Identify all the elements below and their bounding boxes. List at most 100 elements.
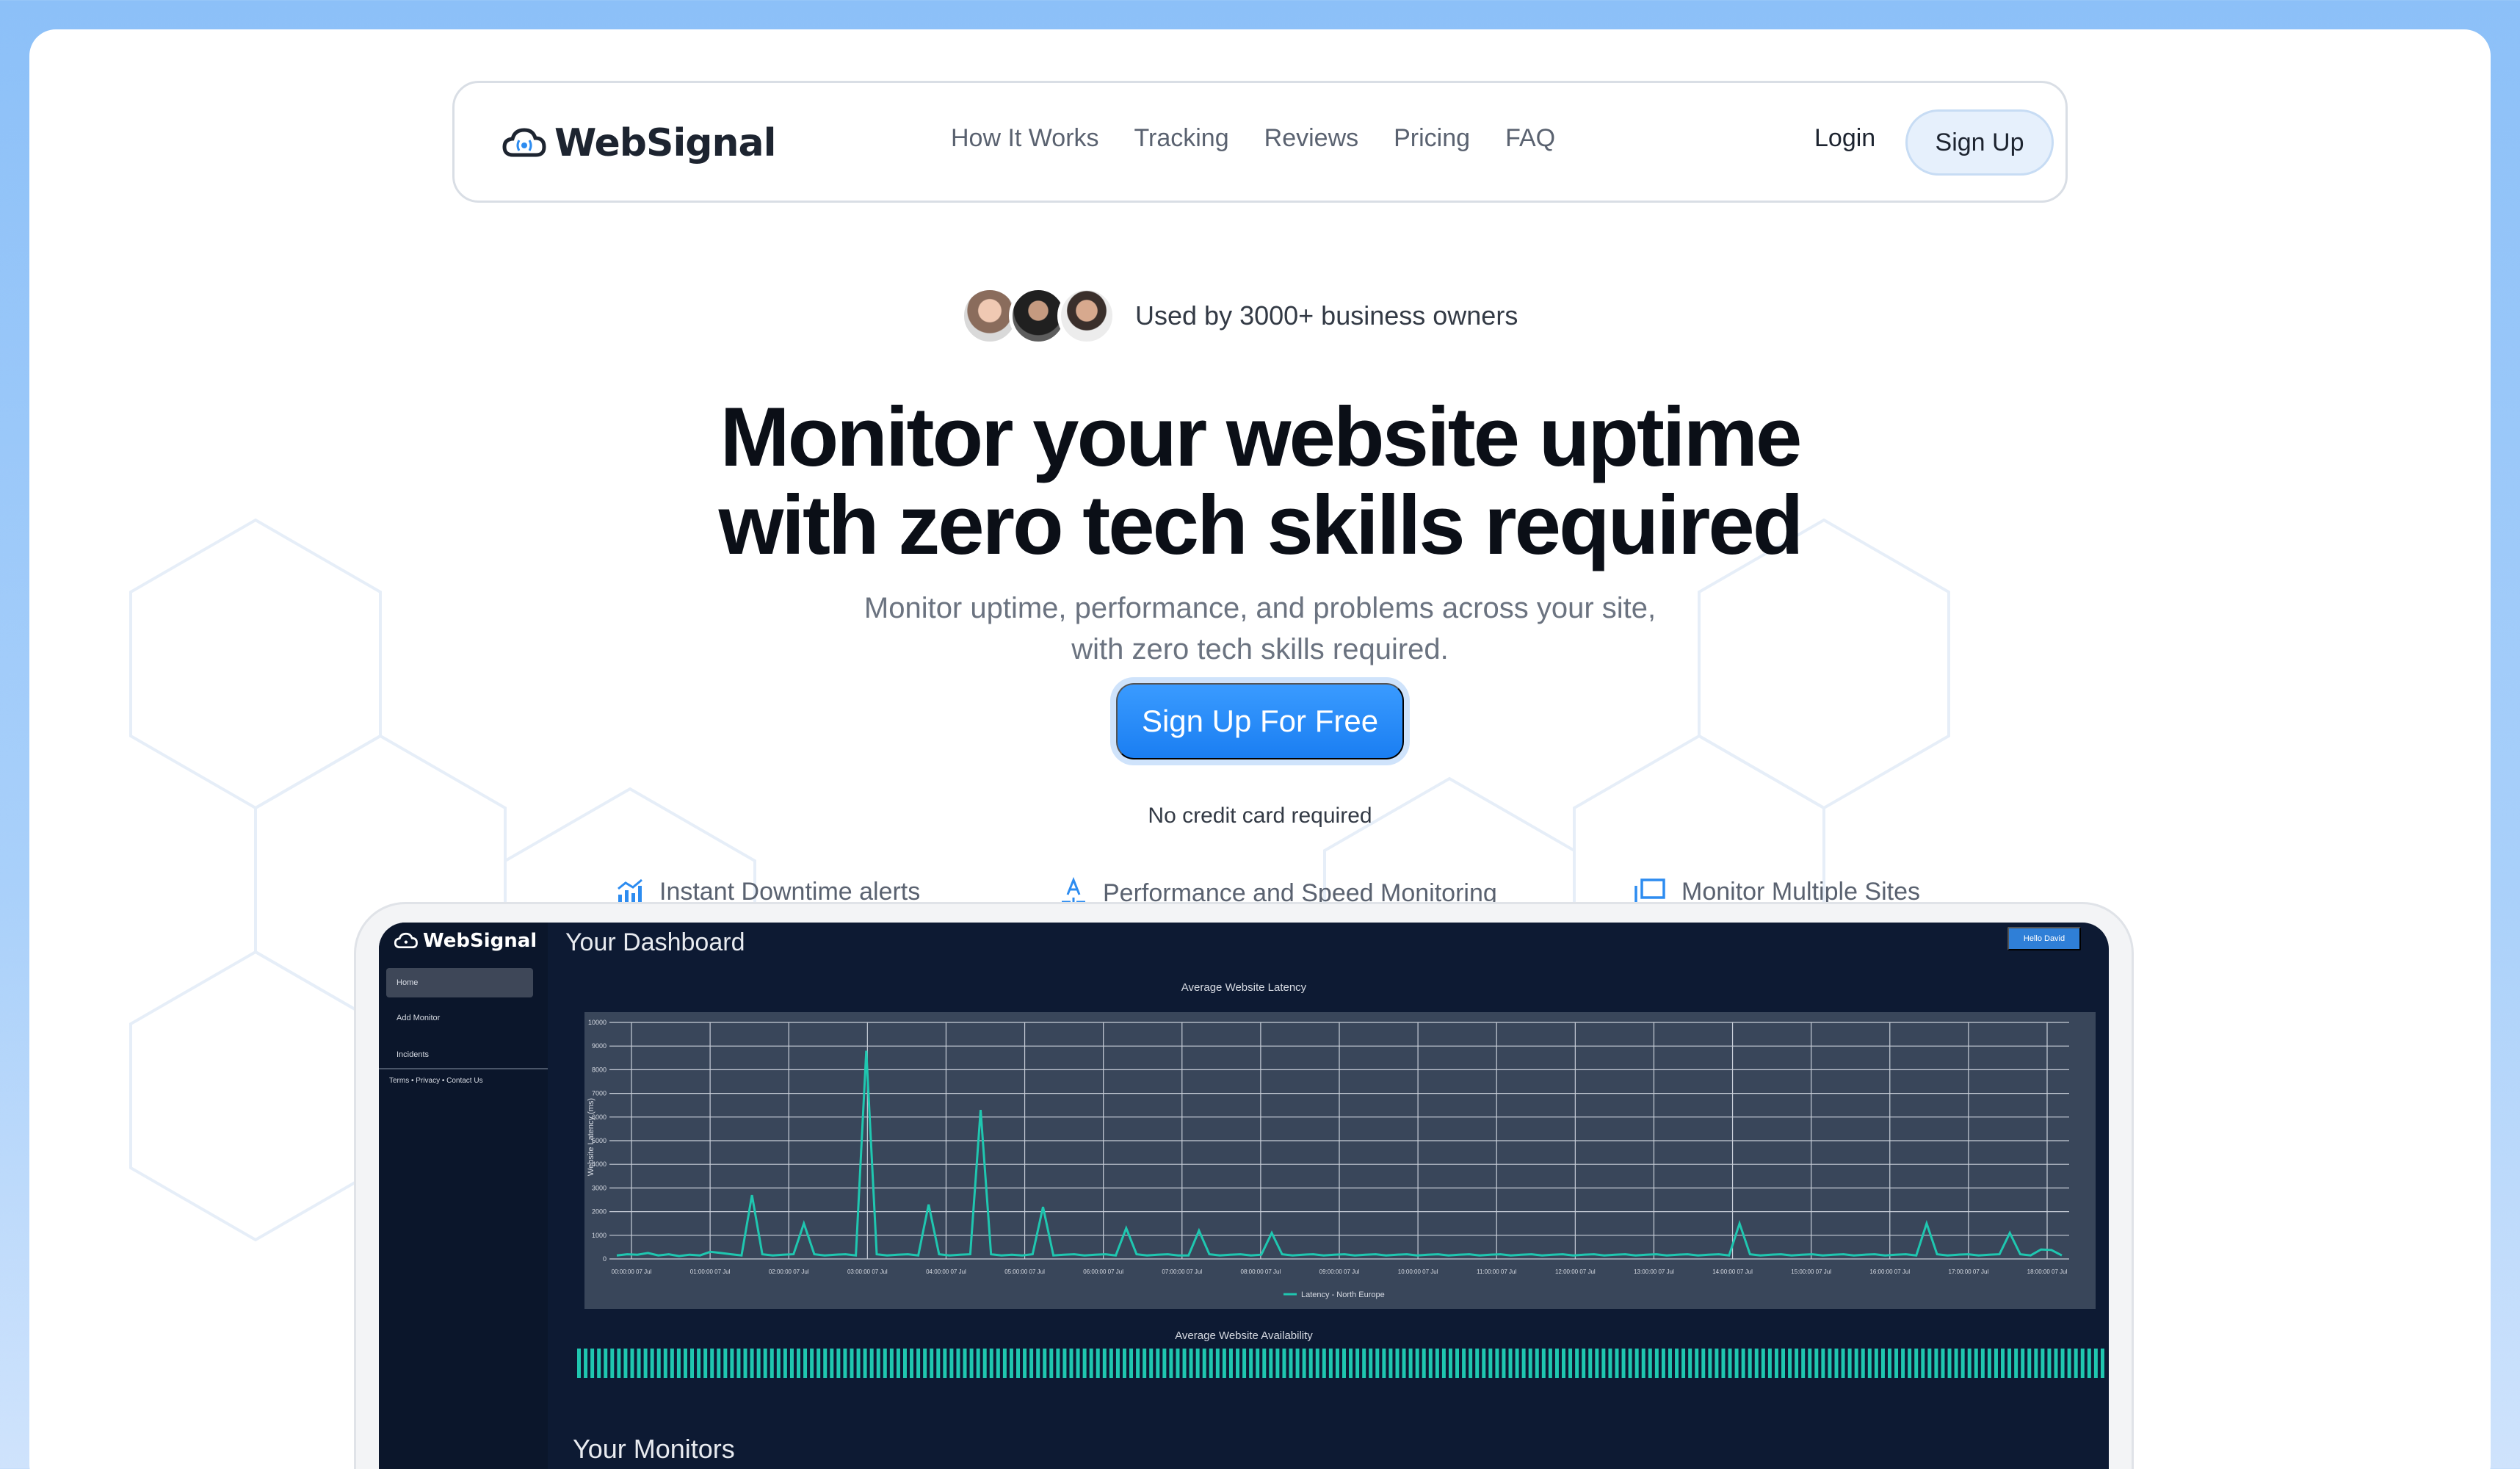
availability-bar xyxy=(1515,1349,1519,1378)
availability-bar xyxy=(2080,1349,2085,1378)
availability-bar xyxy=(1328,1349,1333,1378)
availability-bar xyxy=(676,1349,681,1378)
availability-bar xyxy=(930,1349,934,1378)
availability-bar xyxy=(783,1349,787,1378)
availability-bar xyxy=(1295,1349,1300,1378)
availability-bar xyxy=(1795,1349,1799,1378)
availability-bar xyxy=(1462,1349,1466,1378)
availability-bar xyxy=(1748,1349,1752,1378)
navbar: WebSignal How It Works Tracking Reviews … xyxy=(452,81,2068,203)
availability-bar xyxy=(683,1349,687,1378)
availability-bar xyxy=(1428,1349,1433,1378)
availability-bar xyxy=(1362,1349,1366,1378)
availability-bar xyxy=(1541,1349,1546,1378)
availability-bar xyxy=(1554,1349,1559,1378)
availability-bar xyxy=(1814,1349,1819,1378)
social-proof-text: Used by 3000+ business owners xyxy=(1135,300,1518,331)
availability-bar xyxy=(1122,1349,1126,1378)
availability-bar xyxy=(1595,1349,1599,1378)
latency-chart-panel: Website Latency (ms) 0 1000 2000 3000 4000 50… xyxy=(584,1012,2096,1309)
nav-link-tracking[interactable]: Tracking xyxy=(1134,124,1229,153)
availability-bar xyxy=(1023,1349,1027,1378)
availability-bar xyxy=(1176,1349,1180,1378)
availability-bar xyxy=(1715,1349,1719,1378)
availability-bar xyxy=(883,1349,887,1378)
nav-link-pricing[interactable]: Pricing xyxy=(1394,124,1470,153)
availability-bar xyxy=(923,1349,927,1378)
availability-bar xyxy=(1109,1349,1113,1378)
availability-bar xyxy=(1628,1349,1632,1378)
availability-bar xyxy=(1076,1349,1080,1378)
availability-bar xyxy=(663,1349,667,1378)
cta-note: No credit card required xyxy=(1148,804,1372,828)
availability-bar xyxy=(982,1349,987,1378)
availability-bar xyxy=(730,1349,734,1378)
availability-bar xyxy=(2007,1349,2012,1378)
availability-bar xyxy=(697,1349,701,1378)
availability-bar xyxy=(2027,1349,2032,1378)
x-tick-label: 01:00:00 07 Jul xyxy=(690,1268,731,1275)
availability-bar xyxy=(1408,1349,1413,1378)
availability-bar xyxy=(976,1349,980,1378)
availability-bar xyxy=(789,1349,794,1378)
x-axis-ticks: 00:00:00 07 Jul 01:00:00 07 Jul 02:00:00 0… xyxy=(612,1268,2068,1275)
availability-bar xyxy=(643,1349,648,1378)
nav-link-faq[interactable]: FAQ xyxy=(1505,124,1555,153)
availability-bar xyxy=(1508,1349,1513,1378)
x-tick-label: 09:00:00 07 Jul xyxy=(1319,1268,1360,1275)
availability-bar xyxy=(1349,1349,1353,1378)
signup-free-button[interactable]: Sign Up For Free xyxy=(1116,683,1404,759)
availability-bar xyxy=(1960,1349,1965,1378)
dashboard-brand-name: WebSignal xyxy=(423,930,537,952)
availability-bar xyxy=(836,1349,841,1378)
x-tick-label: 00:00:00 07 Jul xyxy=(612,1268,652,1275)
availability-bar xyxy=(1634,1349,1639,1378)
availability-bar xyxy=(1136,1349,1140,1378)
availability-bar xyxy=(743,1349,747,1378)
x-tick-label: 14:00:00 07 Jul xyxy=(1712,1268,1753,1275)
availability-bar xyxy=(1495,1349,1499,1378)
sidebar-footer-links[interactable]: Terms • Privacy • Contact Us xyxy=(389,1077,483,1085)
x-tick-label: 18:00:00 07 Jul xyxy=(2027,1268,2068,1275)
login-link[interactable]: Login xyxy=(1814,124,1875,153)
sidebar-item-incidents[interactable]: Incidents xyxy=(386,1040,533,1069)
availability-bar xyxy=(1521,1349,1526,1378)
availability-bar xyxy=(1708,1349,1712,1378)
availability-bar xyxy=(1841,1349,1845,1378)
x-tick-label: 16:00:00 07 Jul xyxy=(1869,1268,1910,1275)
availability-bar xyxy=(1921,1349,1925,1378)
availability-bar xyxy=(1847,1349,1852,1378)
availability-bar xyxy=(1781,1349,1785,1378)
dashboard-logo[interactable]: WebSignal xyxy=(394,930,537,952)
availability-bar xyxy=(1861,1349,1865,1378)
availability-bar xyxy=(623,1349,628,1378)
availability-bar xyxy=(1143,1349,1147,1378)
availability-bar xyxy=(736,1349,741,1378)
availability-bar xyxy=(1980,1349,1985,1378)
availability-bar xyxy=(1222,1349,1226,1378)
availability-bar xyxy=(989,1349,993,1378)
x-tick-label: 08:00:00 07 Jul xyxy=(1241,1268,1281,1275)
y-tick-label: 7000 xyxy=(592,1090,607,1097)
availability-bar xyxy=(1741,1349,1745,1378)
nav-link-how-it-works[interactable]: How It Works xyxy=(951,124,1099,153)
availability-bar xyxy=(1947,1349,1952,1378)
availability-bar xyxy=(1695,1349,1699,1378)
signup-button[interactable]: Sign Up xyxy=(1905,109,2054,176)
availability-bar xyxy=(1062,1349,1067,1378)
sidebar-item-add-monitor[interactable]: Add Monitor xyxy=(386,1003,533,1033)
x-tick-label: 15:00:00 07 Jul xyxy=(1791,1268,1831,1275)
availability-bar xyxy=(1156,1349,1160,1378)
availability-bar xyxy=(1728,1349,1732,1378)
user-greeting-button[interactable]: Hello David xyxy=(2007,927,2081,950)
headline-line-1: Monitor your website uptime xyxy=(720,391,1803,484)
availability-bar xyxy=(843,1349,847,1378)
chart-legend: Latency - North Europe xyxy=(1283,1291,1385,1299)
nav-link-reviews[interactable]: Reviews xyxy=(1264,124,1358,153)
availability-bar xyxy=(1701,1349,1706,1378)
availability-bar xyxy=(956,1349,960,1378)
availability-bar xyxy=(1941,1349,1945,1378)
brand-logo[interactable]: WebSignal xyxy=(502,121,776,165)
availability-bar xyxy=(577,1349,581,1378)
availability-bar xyxy=(1422,1349,1426,1378)
